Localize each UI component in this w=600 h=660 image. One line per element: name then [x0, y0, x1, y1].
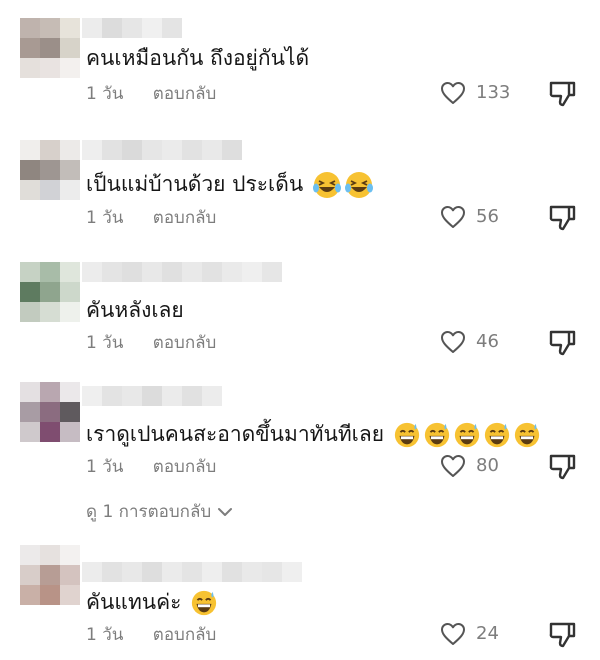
- avatar[interactable]: [20, 262, 80, 322]
- grin-sweat-emoji-icon: [484, 422, 509, 448]
- thumbs-down-icon: [549, 81, 576, 107]
- comment-text: คันแทนค่ะ: [86, 588, 218, 617]
- reply-button[interactable]: ตอบกลับ: [153, 208, 217, 228]
- comment-text: คนเหมือนกัน ถึงอยู่กันได้: [86, 46, 310, 70]
- username[interactable]: [82, 562, 302, 582]
- dislike-button[interactable]: [548, 621, 576, 653]
- comment-body: เราดูเปนคนสะอาดขึ้นมาทันทีเลย: [86, 422, 385, 446]
- thumbs-down-icon: [549, 622, 576, 648]
- avatar[interactable]: [20, 18, 80, 78]
- comment-meta: 1 วัน ตอบกลับ: [86, 331, 216, 355]
- username[interactable]: [82, 140, 242, 160]
- thumbs-down-icon: [549, 205, 576, 231]
- laughing-tears-emoji-icon: [312, 172, 341, 198]
- like-count: 24: [476, 623, 499, 644]
- dislike-button[interactable]: [548, 329, 576, 361]
- comment-meta: 1 วัน ตอบกลับ: [86, 82, 216, 106]
- grin-sweat-emoji-icon: [192, 590, 217, 616]
- view-replies-label: ดู 1 การตอบกลับ: [86, 502, 212, 522]
- like-count: 80: [476, 455, 499, 476]
- like-button[interactable]: 56: [440, 205, 499, 229]
- dislike-button[interactable]: [548, 80, 576, 112]
- dislike-button[interactable]: [548, 453, 576, 485]
- reply-button[interactable]: ตอบกลับ: [153, 625, 217, 645]
- comment-meta: 1 วัน ตอบกลับ: [86, 455, 216, 479]
- thumbs-down-icon: [549, 330, 576, 356]
- heart-outline-icon: [441, 623, 465, 645]
- heart-outline-icon: [441, 455, 465, 477]
- grin-sweat-emoji-icon: [514, 422, 539, 448]
- comment-text: เราดูเปนคนสะอาดขึ้นมาทันทีเลย: [86, 420, 541, 449]
- comment-time: 1 วัน: [86, 333, 124, 353]
- username[interactable]: [82, 262, 282, 282]
- chevron-down-icon: [218, 508, 233, 516]
- grin-sweat-emoji-icon: [454, 422, 479, 448]
- heart-outline-icon: [441, 82, 465, 104]
- laughing-tears-emoji-icon: [344, 172, 373, 198]
- like-button[interactable]: 80: [440, 454, 499, 478]
- comment-text: เป็นแม่บ้านด้วย ประเด็น: [86, 170, 374, 200]
- like-count: 46: [476, 331, 499, 352]
- comment-time: 1 วัน: [86, 208, 124, 228]
- like-count: 133: [476, 82, 511, 103]
- like-count: 56: [476, 206, 499, 227]
- comment-time: 1 วัน: [86, 457, 124, 477]
- like-button[interactable]: 24: [440, 622, 499, 646]
- avatar[interactable]: [20, 545, 80, 605]
- comment-time: 1 วัน: [86, 84, 124, 104]
- reply-button[interactable]: ตอบกลับ: [153, 84, 217, 104]
- reply-button[interactable]: ตอบกลับ: [153, 333, 217, 353]
- grin-sweat-emoji-icon: [394, 422, 419, 448]
- comment-meta: 1 วัน ตอบกลับ: [86, 623, 216, 647]
- thumbs-down-icon: [549, 454, 576, 480]
- avatar[interactable]: [20, 140, 80, 200]
- comment-body: คันแทนค่ะ: [86, 590, 182, 614]
- avatar[interactable]: [20, 382, 80, 442]
- username[interactable]: [82, 386, 222, 406]
- like-button[interactable]: 133: [440, 81, 510, 105]
- grin-sweat-emoji-icon: [424, 422, 449, 448]
- comment-meta: 1 วัน ตอบกลับ: [86, 206, 216, 230]
- comment-time: 1 วัน: [86, 625, 124, 645]
- reply-button[interactable]: ตอบกลับ: [153, 457, 217, 477]
- view-replies-button[interactable]: ดู 1 การตอบกลับ: [86, 500, 233, 524]
- comment-body: เป็นแม่บ้านด้วย ประเด็น: [86, 172, 304, 196]
- heart-outline-icon: [441, 331, 465, 353]
- heart-outline-icon: [441, 206, 465, 228]
- username[interactable]: [82, 18, 182, 38]
- comment-text: คันหลังเลย: [86, 298, 184, 322]
- like-button[interactable]: 46: [440, 330, 499, 354]
- dislike-button[interactable]: [548, 204, 576, 236]
